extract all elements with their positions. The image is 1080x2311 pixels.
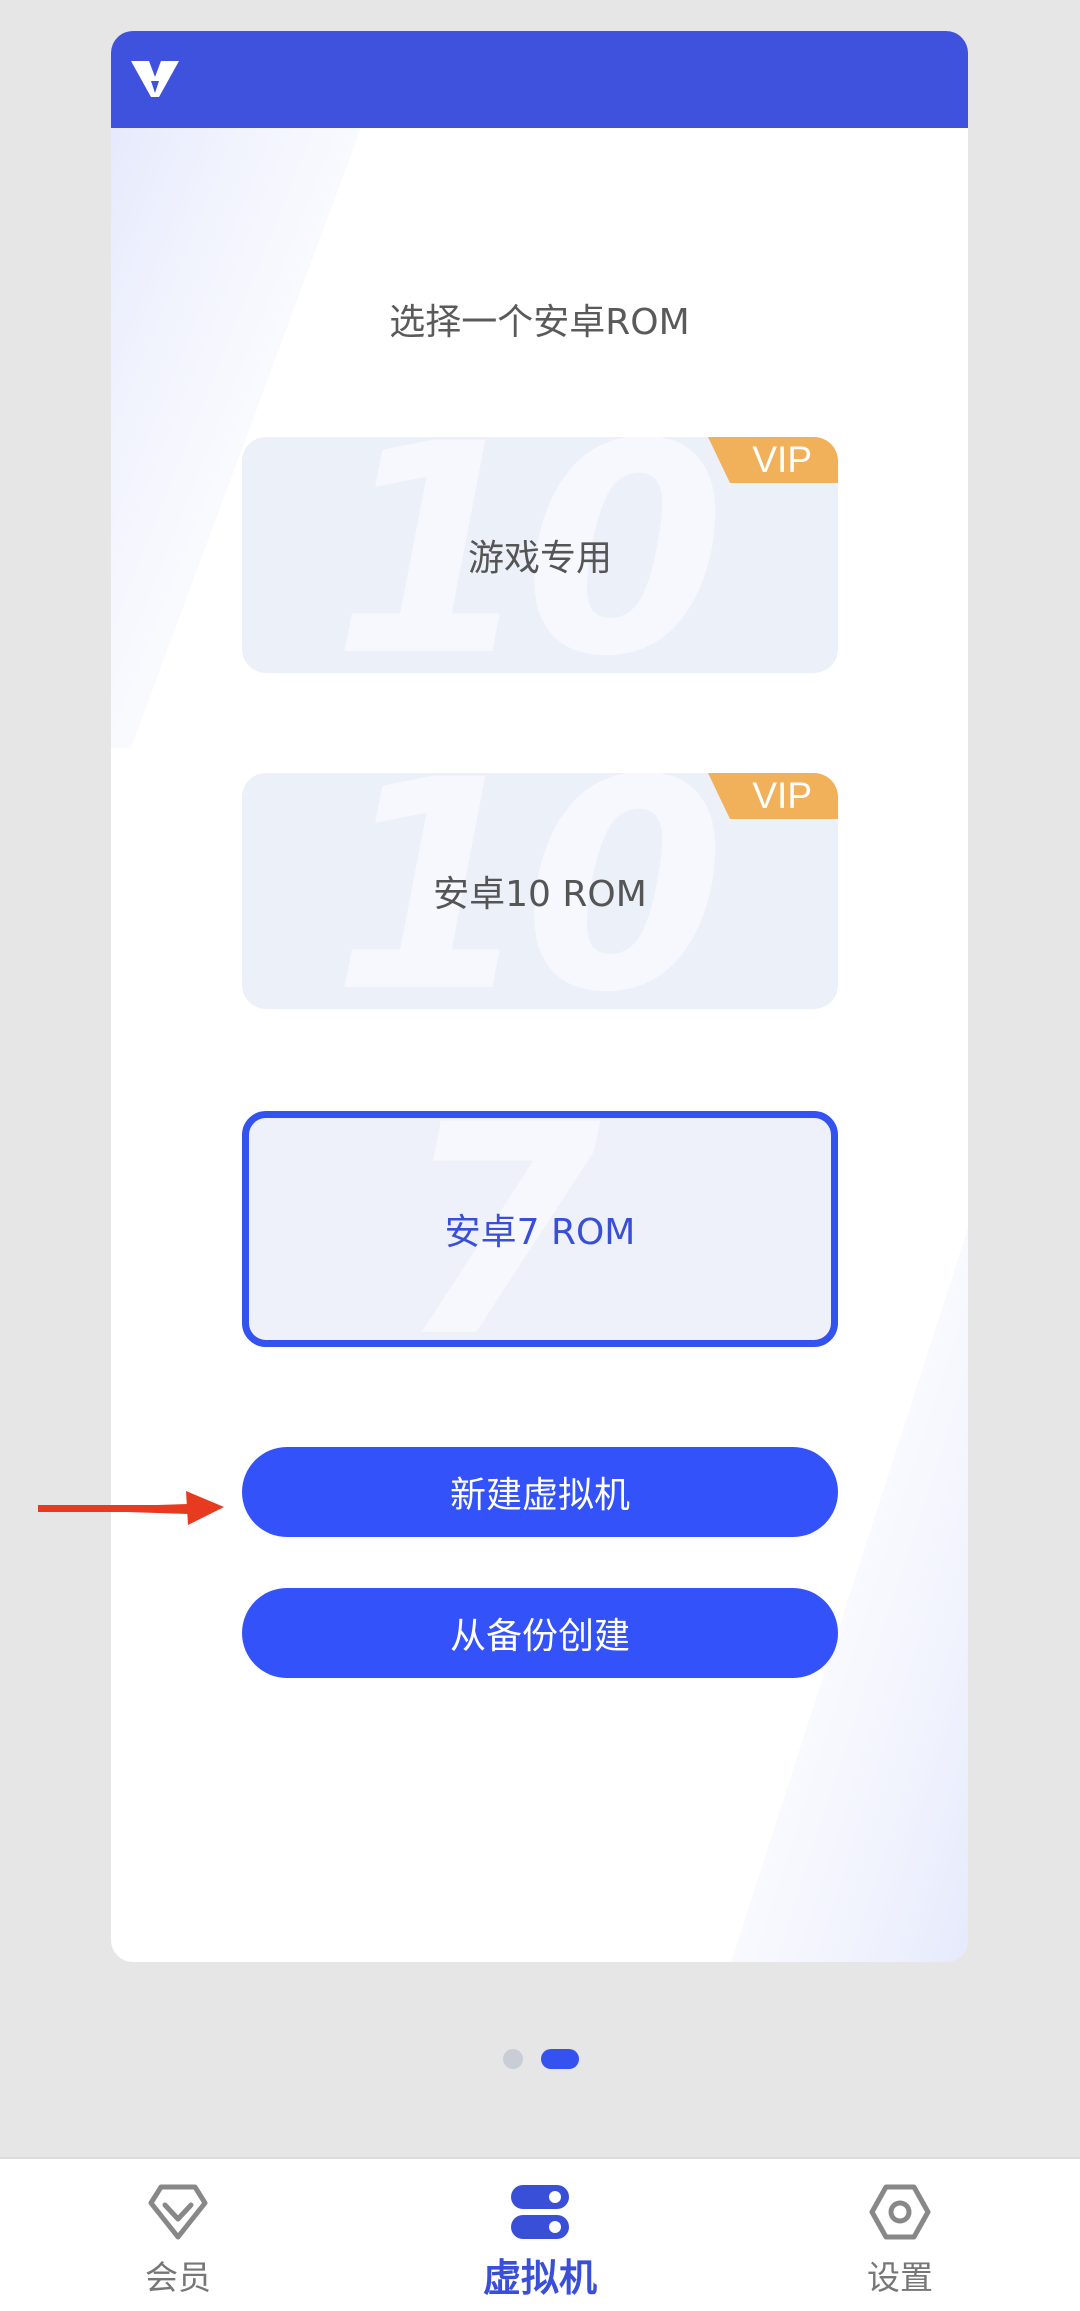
tab-label: 设置 bbox=[867, 2258, 933, 2297]
rom-option-android7[interactable]: 7 安卓7 ROM bbox=[242, 1111, 838, 1347]
rom-option-game[interactable]: 10 游戏专用 VIP bbox=[242, 437, 838, 673]
page-dot-2-active[interactable] bbox=[541, 2049, 579, 2069]
vip-badge: VIP bbox=[708, 773, 838, 819]
bottom-tab-bar: 会员 虚拟机 设置 bbox=[0, 2157, 1080, 2311]
create-from-backup-button[interactable]: 从备份创建 bbox=[242, 1588, 838, 1678]
hexagon-settings-icon bbox=[869, 2184, 931, 2240]
tab-virtual-machine[interactable]: 虚拟机 bbox=[430, 2159, 650, 2311]
vip-badge: VIP bbox=[708, 437, 838, 483]
diamond-icon bbox=[148, 2184, 208, 2240]
tab-label: 会员 bbox=[145, 2258, 211, 2297]
page-title: 选择一个安卓ROM bbox=[389, 302, 690, 343]
tab-membership[interactable]: 会员 bbox=[68, 2159, 288, 2311]
background-decoration bbox=[111, 128, 968, 1962]
tab-label: 虚拟机 bbox=[482, 2256, 597, 2300]
page-dot-1[interactable] bbox=[503, 2049, 523, 2069]
rom-option-android10[interactable]: 10 安卓10 ROM VIP bbox=[242, 773, 838, 1009]
tab-settings[interactable]: 设置 bbox=[790, 2159, 1010, 2311]
rom-selection-card: 选择一个安卓ROM 10 游戏专用 VIP 10 安卓10 ROM VIP 7 … bbox=[111, 31, 968, 1962]
create-vm-button[interactable]: 新建虚拟机 bbox=[242, 1447, 838, 1537]
card-header bbox=[111, 31, 968, 128]
app-logo-icon bbox=[131, 61, 179, 97]
rom-option-label: 安卓7 ROM bbox=[444, 1212, 636, 1253]
server-icon bbox=[511, 2185, 569, 2239]
page-indicator bbox=[0, 2049, 1080, 2071]
annotation-arrow-icon bbox=[38, 1491, 224, 1525]
